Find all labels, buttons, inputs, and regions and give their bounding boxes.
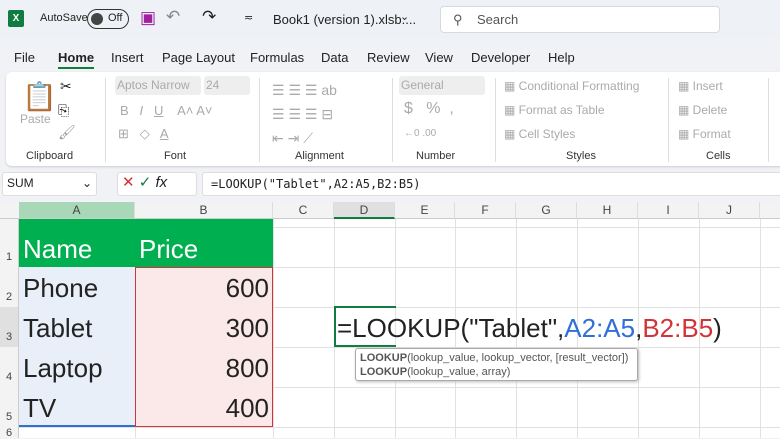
column-header-h[interactable]: H [577,202,638,219]
group-font: Font [164,150,187,162]
title-bar: X AutoSave Off ▣ ↶ ↷ ≂ Book1 (version 1)… [0,0,780,38]
group-number: Number [416,150,456,162]
select-all-button[interactable] [0,202,19,219]
column-header-b[interactable]: B [135,202,273,219]
conditional-formatting-button[interactable]: ▦ Conditional Formatting [504,79,639,93]
tab-data[interactable]: Data [321,50,348,65]
cell-b5[interactable]: 400 [135,388,273,428]
cell-a4[interactable]: Laptop [19,348,107,388]
insert-function-icon[interactable]: fx [156,174,168,191]
function-tooltip: LOOKUP(lookup_value, lookup_vector, [res… [355,348,638,381]
format-as-table-button[interactable]: ▦ Format as Table [504,103,605,117]
number-format-select[interactable]: General [399,76,485,95]
font-name-select[interactable]: Aptos Narrow [115,76,201,95]
formula-actions: ✕ ✓ fx [117,172,197,196]
search-icon: ⚲ [453,12,463,27]
cancel-icon[interactable]: ✕ [122,174,135,191]
cell-b1[interactable]: Price [135,229,202,269]
insert-label: Insert [692,79,723,93]
enter-icon[interactable]: ✓ [139,174,152,191]
group-cells: Cells [706,150,731,162]
cell-a2[interactable]: Phone [19,268,102,308]
copy-icon[interactable]: ⎘ [58,102,69,119]
group-styles: Styles [566,150,596,162]
tab-insert[interactable]: Insert [111,50,144,65]
cell-d3-editing[interactable]: =LOOKUP("Tablet",A2:A5,B2:B5) [334,308,726,348]
cell-styles-label: Cell Styles [518,127,576,141]
alignment-icons[interactable]: ☰ ☰ ☰ ab ☰ ☰ ☰ ⊟ ⇤ ⇥ ⟋ [272,78,337,150]
font-size-select[interactable]: 24 [204,76,250,95]
tooltip-line-2[interactable]: LOOKUP(lookup_value, array) [360,365,633,379]
paste-icon[interactable]: 📋 [22,80,57,113]
column-header-a[interactable]: A [19,202,135,219]
insert-cells-button[interactable]: ▦ Insert [678,79,723,93]
row-header-1[interactable]: 1 [0,219,19,267]
undo-icon[interactable]: ↶ [166,7,180,27]
tab-review[interactable]: Review [367,50,410,65]
row-header-6[interactable]: 6 [0,427,19,439]
currency-icon[interactable]: $ % , [404,100,454,118]
column-header-k[interactable] [760,202,780,219]
row-header-2[interactable]: 2 [0,267,19,307]
name-box-value: SUM [7,176,34,190]
cell-a3[interactable]: Tablet [19,308,96,348]
format-label: Format [692,127,731,141]
filename[interactable]: Book1 (version 1).xlsb.... [273,12,416,27]
column-header-e[interactable]: E [395,202,455,219]
cell-b3[interactable]: 300 [135,308,273,348]
tab-developer[interactable]: Developer [471,50,530,65]
search-input[interactable]: ⚲ Search [440,6,720,33]
cell-a5[interactable]: TV [19,388,60,428]
tab-help[interactable]: Help [548,50,575,65]
row-header-5[interactable]: 5 [0,387,19,427]
tooltip-line-1[interactable]: LOOKUP(lookup_value, lookup_vector, [res… [360,351,633,365]
cell-styles-button[interactable]: ▦ Cell Styles [504,127,575,141]
redo-icon[interactable]: ↷ [202,7,216,27]
autosave-state: Off [108,12,123,24]
chevron-down-icon[interactable]: ⌄ [400,10,409,23]
cell-b4[interactable]: 800 [135,348,273,388]
column-header-f[interactable]: F [455,202,516,219]
borders-icon[interactable]: ⊞ ◇ A [118,126,169,142]
bold-icon[interactable]: B I U A˄ A˅ [120,103,213,118]
tab-view[interactable]: View [425,50,453,65]
delete-label: Delete [692,103,728,117]
row-header-4[interactable]: 4 [0,347,19,387]
tab-home[interactable]: Home [58,50,95,69]
name-box[interactable]: SUM ⌄ [2,172,97,196]
customize-toolbar-icon[interactable]: ≂ [244,11,253,24]
format-painter-icon[interactable]: 🖌 [58,124,76,141]
group-clipboard: Clipboard [26,150,74,162]
decimal-icons[interactable]: ←0 .00 [404,128,436,139]
save-icon[interactable]: ▣ [140,8,156,28]
cell-b2[interactable]: 600 [135,268,273,308]
format-cells-button[interactable]: ▦ Format [678,127,731,141]
column-header-i[interactable]: I [638,202,699,219]
column-header-c[interactable]: C [273,202,334,219]
autosave-toggle[interactable]: Off [87,9,129,29]
column-header-g[interactable]: G [516,202,577,219]
cut-icon[interactable]: ✂ [60,78,72,95]
format-as-table-label: Format as Table [518,103,605,117]
row-header-3[interactable]: 3 [0,307,19,347]
tab-formulas[interactable]: Formulas [250,50,304,65]
paste-button[interactable]: Paste [20,112,51,126]
autosave-label: AutoSave [40,12,88,24]
conditional-formatting-label: Conditional Formatting [518,79,640,93]
cell-a1[interactable]: Name [19,229,96,269]
formula-input[interactable]: =LOOKUP("Tablet",A2:A5,B2:B5) [202,172,780,196]
tab-page-layout[interactable]: Page Layout [162,50,235,65]
column-header-j[interactable]: J [699,202,760,219]
tab-file[interactable]: File [14,50,35,65]
column-header-d[interactable]: D [334,202,395,219]
delete-cells-button[interactable]: ▦ Delete [678,103,727,117]
search-placeholder: Search [477,12,519,27]
group-alignment: Alignment [295,150,344,162]
excel-logo-icon: X [8,10,24,27]
